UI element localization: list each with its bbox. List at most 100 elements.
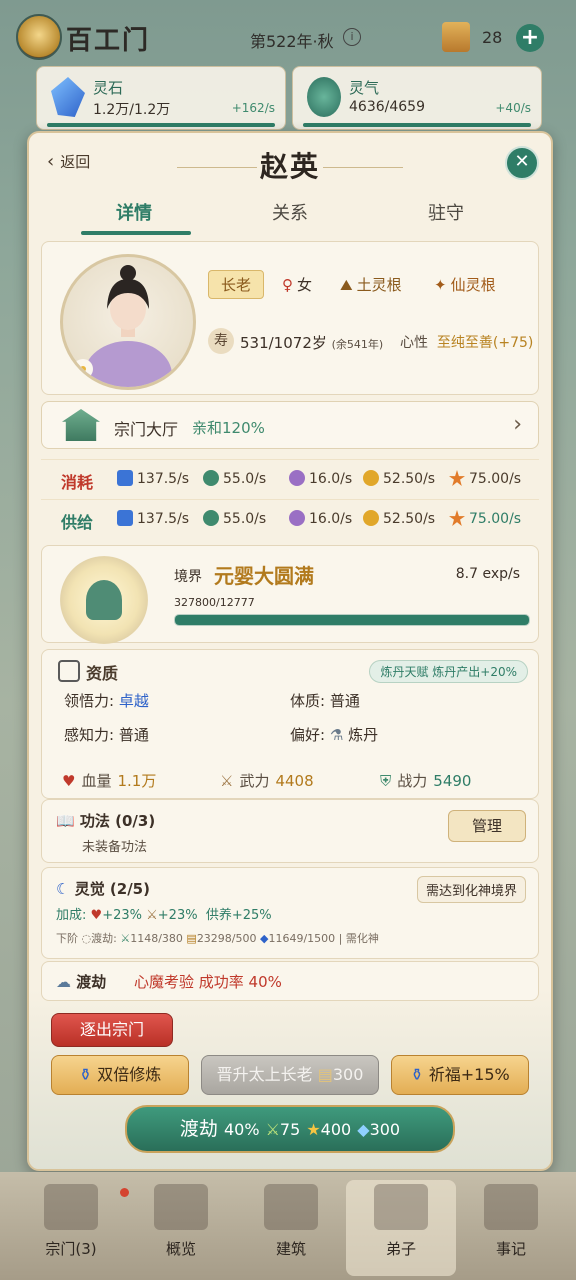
resource-bar (47, 123, 275, 127)
tribulate-label: 渡劫 (179, 1118, 218, 1140)
figure-icon (289, 510, 305, 526)
attack-value: 4408 (275, 772, 314, 790)
nav-label: 概览 (165, 1240, 196, 1258)
supply-value: 55.0/s (223, 511, 267, 527)
star-icon (449, 510, 465, 526)
close-button[interactable]: ✕ (505, 146, 539, 180)
consume-stone: 137.5/s (117, 470, 189, 487)
scroll-icon: ▤ (317, 1065, 333, 1084)
resource-bar (303, 123, 531, 127)
physique-value: 普通 (329, 692, 360, 710)
physique-label: 体质: (290, 692, 326, 710)
resource-rate: +162/s (231, 101, 275, 115)
potion-icon: ⚱ (410, 1065, 424, 1084)
supply-value: 16.0/s (309, 511, 353, 527)
next-a: 1148/380 (130, 932, 183, 945)
consume-value: 137.5/s (137, 471, 190, 487)
temperament-value: 至纯至善(+75) (436, 335, 534, 351)
bless-button[interactable]: ⚱ 祈福+15% (391, 1055, 529, 1095)
preference-value: 炼丹 (348, 726, 379, 744)
cost-a: 75 (279, 1120, 301, 1139)
tab-garrison[interactable]: 驻守 (371, 199, 521, 225)
comprehension: 领悟力: 卓越 (64, 690, 149, 711)
spirit-stone-card: 灵石 1.2万/1.2万 +162/s (36, 66, 286, 130)
qualities-title: 资质 (86, 664, 119, 683)
next-b: 23298/500 (196, 932, 257, 945)
nav-overview[interactable]: 概览 (126, 1180, 236, 1276)
supply-label: 供给 (61, 513, 94, 532)
power-stat: ⛨ 战力 5490 (380, 770, 471, 791)
sect-logo-icon[interactable] (16, 14, 62, 60)
consume-label: 消耗 (61, 473, 94, 492)
assigned-building-row[interactable]: 宗门大厅 亲和120% › (41, 401, 539, 449)
expel-button[interactable]: 逐出宗门 (51, 1013, 173, 1047)
lifespan-icon: 寿 (208, 328, 234, 354)
realm-name: 元婴大圆满 (214, 564, 314, 588)
promote-button[interactable]: 晋升太上长老 ▤300 (201, 1055, 379, 1095)
awakening-title: ☾ 灵觉 (2/5) (56, 878, 150, 899)
building-bonus: 亲和120% (192, 419, 265, 437)
nav-sect[interactable]: 宗门(3) (16, 1180, 129, 1276)
tab-details[interactable]: 详情 (59, 199, 209, 225)
nav-disciples[interactable]: 弟子 (346, 1180, 456, 1276)
consume-value: 52.50/s (383, 471, 436, 487)
resource-name: 灵石 (93, 79, 124, 97)
next-tribulation: 渡劫: (91, 932, 117, 945)
scroll-icon: ▤ (186, 932, 197, 945)
root-attr: ⛰ 土灵根 (340, 274, 402, 295)
lifespan: 531/1072岁 (余541年) (240, 332, 383, 353)
resource-value: 1.2万/1.2万 (93, 102, 171, 118)
exp-value: 327800/12777 (174, 596, 255, 609)
bonus-support: 供养+25% (205, 908, 272, 923)
cost-b: 400 (320, 1120, 352, 1139)
manage-skills-button[interactable]: 管理 (448, 810, 526, 842)
supply-value: 137.5/s (137, 511, 190, 527)
potion-icon: ⚱ (78, 1065, 93, 1084)
star-icon: ★ (306, 1120, 321, 1139)
exp-progress-fill (175, 615, 529, 625)
double-cultivation-button[interactable]: ⚱ 双倍修炼 (51, 1055, 189, 1095)
spirit-qi-icon (203, 510, 219, 526)
scroll-icon (442, 22, 470, 52)
tab-relations[interactable]: 关系 (215, 199, 365, 225)
disciple-avatar (60, 254, 196, 390)
book-icon (484, 1184, 538, 1230)
power-value: 5490 (433, 772, 472, 790)
shield-icon: ⛨ (380, 772, 392, 790)
rank-tag: 长老 (208, 270, 265, 299)
sword-icon: ⚔ (120, 932, 131, 945)
active-tab-indicator (81, 231, 191, 235)
next-req: 需化神 (345, 932, 379, 945)
consume-value: 16.0/s (309, 471, 353, 487)
disciple-detail-modal: ‹ 返回 赵英 ✕ 详情 关系 驻守 长老 ♀ 女 ⛰ 土灵根 ✦ 仙灵根 寿 531/… (27, 131, 553, 1171)
comprehension-label: 领悟力: (64, 692, 115, 710)
nav-label: 宗门(3) (45, 1240, 97, 1258)
supply-value: 75.00/s (469, 511, 522, 527)
spirit-qi-icon (307, 77, 341, 117)
info-icon[interactable]: i (343, 28, 361, 46)
top-bar: 百工门 第522年·秋 i 28 + (0, 0, 576, 70)
hp-value: 1.1万 (117, 772, 157, 790)
figure-icon (289, 470, 305, 486)
add-resource-button[interactable]: + (516, 24, 544, 52)
realm-section: 境界 元婴大圆满 8.7 exp/s 327800/12777 (41, 545, 539, 644)
supply-stone: 137.5/s (117, 510, 189, 527)
tab-bar: 详情 关系 驻守 (39, 199, 541, 239)
meditating-figure-icon (86, 580, 122, 620)
cost-c: 300 (369, 1120, 401, 1139)
skills-section: 📖 功法 (0/3) 未装备功法 管理 (41, 799, 539, 863)
gender-attr: ♀ 女 (282, 274, 312, 295)
spirit-stone-icon (51, 77, 85, 117)
nav-records[interactable]: 事记 (456, 1180, 566, 1276)
exp-rate: 8.7 exp/s (455, 566, 520, 582)
consume-disciple: 16.0/s (289, 470, 352, 487)
exp-progress-bar (174, 614, 530, 626)
bottom-nav: 宗门(3) 概览 建筑 弟子 事记 (0, 1172, 576, 1280)
sword-icon: ⚔ (146, 908, 158, 923)
supply-qi: 55.0/s (203, 510, 266, 527)
sect-name: 百工门 (66, 26, 151, 56)
awakening-bonus: 加成: ♥+23% ⚔+23% 供养+25% (56, 904, 272, 923)
tribulation-button[interactable]: 渡劫 40% ⚔75 ★400 ◆300 (125, 1105, 455, 1153)
hp-label: 血量 (81, 772, 112, 790)
nav-buildings[interactable]: 建筑 (236, 1180, 346, 1276)
